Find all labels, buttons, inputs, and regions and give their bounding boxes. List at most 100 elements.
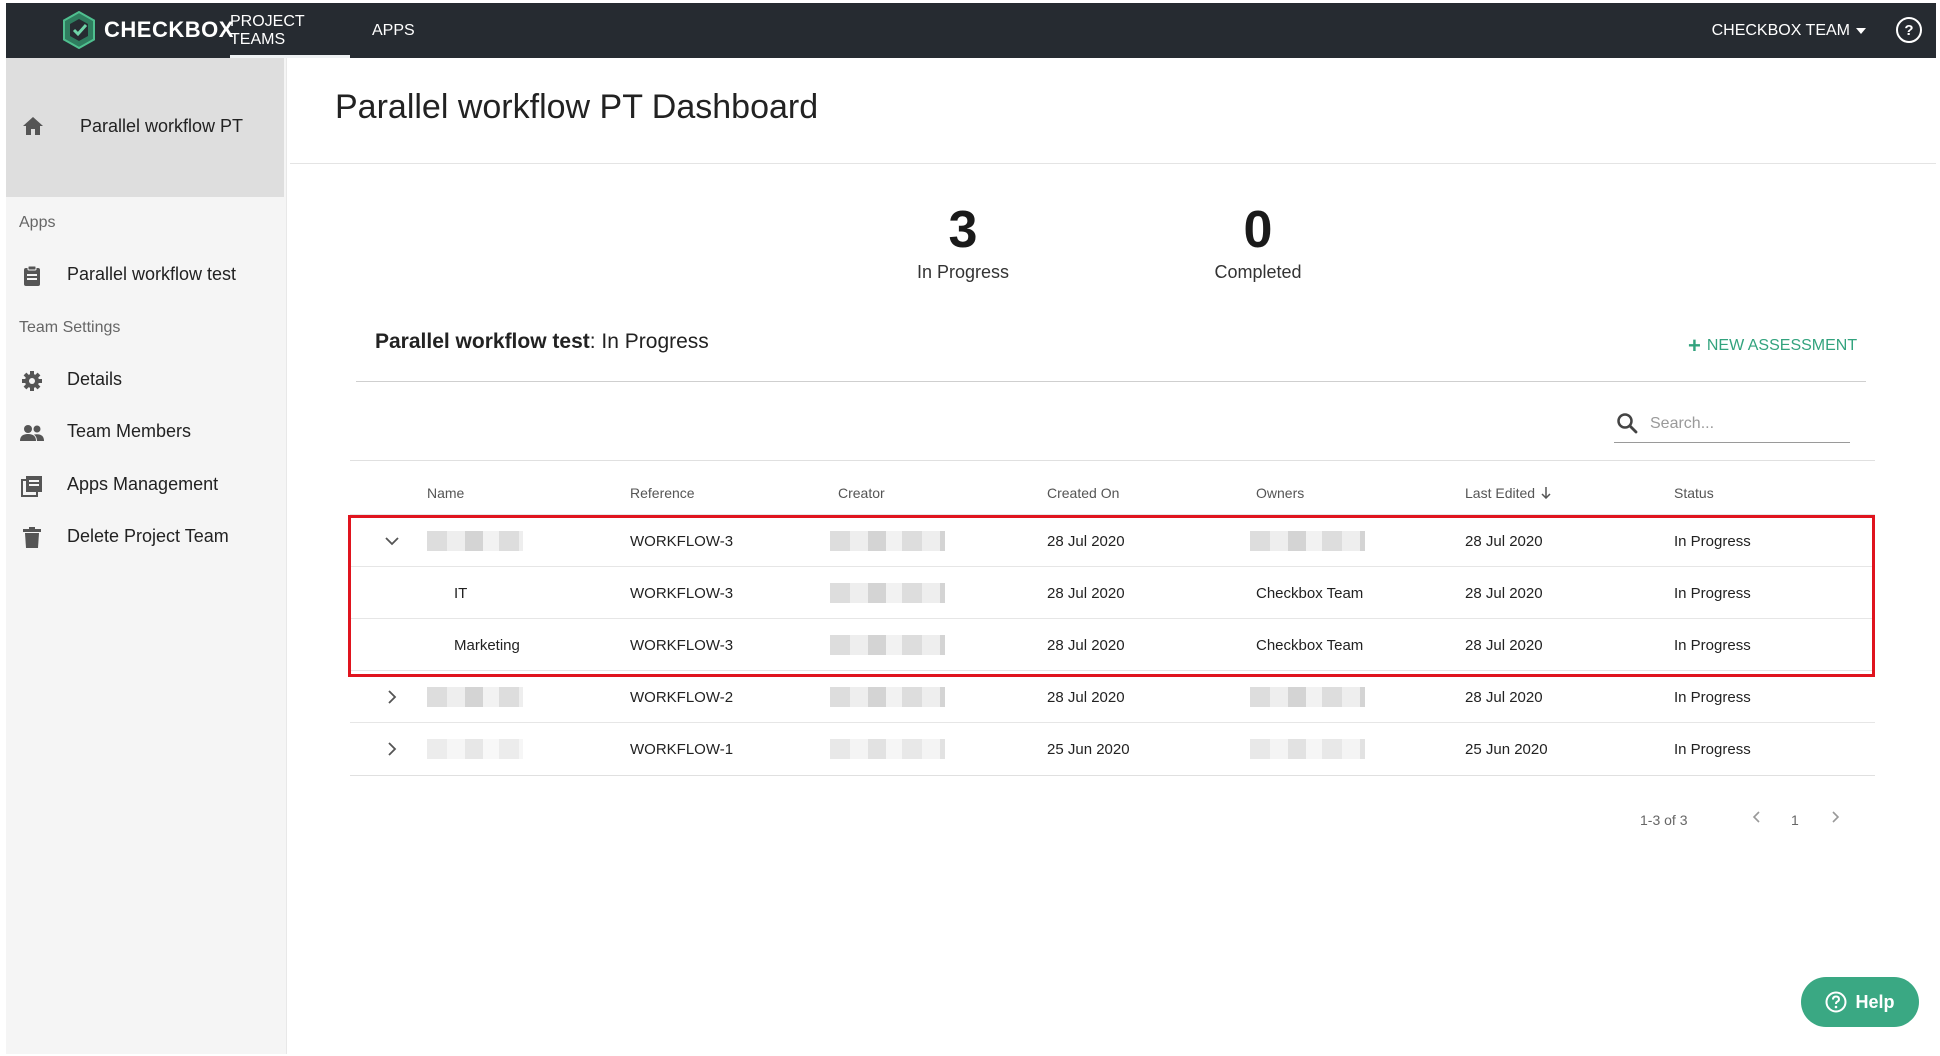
column-header-creator[interactable]: Creator bbox=[838, 485, 885, 501]
sidebar-item-app[interactable]: Parallel workflow test bbox=[6, 255, 284, 295]
plus-icon: + bbox=[1688, 333, 1701, 358]
sidebar-item-label: Apps Management bbox=[67, 474, 219, 494]
sidebar-item-label: Team Members bbox=[67, 421, 192, 441]
cell-status: In Progress bbox=[1674, 637, 1751, 654]
cell-created-on: 28 Jul 2020 bbox=[1047, 637, 1125, 654]
chevron-right-icon[interactable] bbox=[380, 737, 404, 761]
cell-last-edited: 28 Jul 2020 bbox=[1465, 689, 1543, 706]
cell-status: In Progress bbox=[1674, 741, 1751, 758]
chevron-left-icon[interactable] bbox=[1745, 806, 1767, 828]
search-icon bbox=[1616, 412, 1638, 439]
top-navbar: CHECKBOX PROJECT TEAMS APPS CHECKBOX TEA… bbox=[6, 3, 1936, 58]
column-header-last-edited-label: Last Edited bbox=[1465, 485, 1536, 501]
cell-name: IT bbox=[454, 585, 468, 602]
table-row[interactable]: IT WORKFLOW-3 28 Jul 2020 Checkbox Team … bbox=[350, 566, 1875, 619]
chevron-right-icon[interactable] bbox=[1825, 806, 1847, 828]
stat-label: In Progress bbox=[916, 262, 1010, 282]
search-field[interactable] bbox=[1614, 406, 1850, 443]
cell-created-on: 28 Jul 2020 bbox=[1047, 533, 1125, 550]
team-menu-label: CHECKBOX TEAM bbox=[1711, 21, 1850, 39]
column-header-name[interactable]: Name bbox=[427, 485, 464, 501]
new-assessment-button[interactable]: + NEW ASSESSMENT bbox=[1688, 333, 1858, 358]
stat-value: 3 bbox=[948, 201, 978, 259]
trash-icon bbox=[20, 526, 44, 550]
new-assessment-label: NEW ASSESSMENT bbox=[1706, 337, 1858, 354]
team-menu-dropdown[interactable]: CHECKBOX TEAM bbox=[1712, 3, 1866, 58]
sidebar-item-details[interactable]: Details bbox=[6, 360, 284, 400]
cell-status: In Progress bbox=[1674, 533, 1751, 550]
sidebar-item-label: Parallel workflow test bbox=[67, 264, 237, 284]
redacted-creator bbox=[830, 635, 945, 655]
redacted-creator bbox=[830, 739, 945, 759]
cell-last-edited: 28 Jul 2020 bbox=[1465, 637, 1543, 654]
tab-project-teams[interactable]: PROJECT TEAMS bbox=[230, 3, 350, 58]
cell-status: In Progress bbox=[1674, 689, 1751, 706]
brand-name: CHECKBOX bbox=[104, 17, 234, 42]
pagination-page[interactable]: 1 bbox=[1791, 812, 1799, 828]
cell-reference: WORKFLOW-3 bbox=[630, 637, 734, 654]
table-row[interactable]: WORKFLOW-1 25 Jun 2020 25 Jun 2020 In Pr… bbox=[350, 722, 1875, 776]
column-header-reference[interactable]: Reference bbox=[630, 485, 695, 501]
stat-value: 0 bbox=[1243, 201, 1273, 259]
redacted-owners bbox=[1250, 531, 1365, 551]
cell-last-edited: 28 Jul 2020 bbox=[1465, 533, 1543, 550]
table-row[interactable]: WORKFLOW-3 28 Jul 2020 28 Jul 2020 In Pr… bbox=[350, 514, 1875, 567]
sidebar-item-team-members[interactable]: Team Members bbox=[6, 412, 284, 452]
redacted-creator bbox=[830, 687, 945, 707]
people-icon bbox=[20, 421, 44, 445]
chevron-right-icon[interactable] bbox=[380, 685, 404, 709]
help-button-label: Help bbox=[1855, 991, 1895, 1012]
column-header-created-on[interactable]: Created On bbox=[1047, 485, 1119, 501]
sidebar-section-team-settings: Team Settings bbox=[19, 319, 121, 336]
table-header: Name Reference Creator Created On Owners… bbox=[350, 460, 1875, 515]
cell-owners: Checkbox Team bbox=[1256, 585, 1364, 602]
question-circle-icon bbox=[1825, 991, 1847, 1013]
sidebar-item-label: Delete Project Team bbox=[67, 526, 229, 546]
sidebar: Parallel workflow PT Apps Parallel workf… bbox=[6, 58, 287, 1054]
sidebar-item-home[interactable]: Parallel workflow PT bbox=[6, 58, 284, 197]
help-button[interactable]: Help bbox=[1801, 977, 1919, 1027]
redacted-name bbox=[427, 531, 523, 551]
page-title: Parallel workflow PT Dashboard bbox=[335, 88, 819, 126]
section-status: : In Progress bbox=[589, 330, 709, 353]
divider bbox=[356, 381, 1866, 382]
library-icon bbox=[20, 474, 44, 498]
cell-reference: WORKFLOW-1 bbox=[630, 741, 734, 758]
column-header-last-edited[interactable]: Last Edited bbox=[1465, 485, 1551, 501]
cell-reference: WORKFLOW-2 bbox=[630, 689, 734, 706]
cell-created-on: 25 Jun 2020 bbox=[1047, 741, 1130, 758]
redacted-owners bbox=[1250, 687, 1365, 707]
brand-logo[interactable]: CHECKBOX bbox=[62, 9, 234, 51]
column-header-owners[interactable]: Owners bbox=[1256, 485, 1304, 501]
chevron-down-icon[interactable] bbox=[380, 529, 404, 553]
search-input[interactable] bbox=[1648, 410, 1848, 438]
section-app-name: Parallel workflow test bbox=[375, 330, 590, 353]
home-icon bbox=[22, 116, 44, 141]
sidebar-item-apps-management[interactable]: Apps Management bbox=[6, 465, 284, 505]
help-circle-icon[interactable]: ? bbox=[1896, 17, 1922, 43]
cell-status: In Progress bbox=[1674, 585, 1751, 602]
sidebar-section-apps: Apps bbox=[19, 214, 56, 231]
gear-icon bbox=[20, 369, 44, 393]
cell-reference: WORKFLOW-3 bbox=[630, 533, 734, 550]
cell-created-on: 28 Jul 2020 bbox=[1047, 689, 1125, 706]
cell-last-edited: 25 Jun 2020 bbox=[1465, 741, 1548, 758]
redacted-creator bbox=[830, 531, 945, 551]
sidebar-item-delete-team[interactable]: Delete Project Team bbox=[6, 517, 284, 557]
redacted-name bbox=[427, 739, 523, 759]
tab-apps[interactable]: APPS bbox=[372, 3, 415, 58]
table-row[interactable]: Marketing WORKFLOW-3 28 Jul 2020 Checkbo… bbox=[350, 618, 1875, 671]
caret-down-icon bbox=[1856, 27, 1866, 34]
cell-name: Marketing bbox=[454, 637, 520, 654]
cell-created-on: 28 Jul 2020 bbox=[1047, 585, 1125, 602]
column-header-status[interactable]: Status bbox=[1674, 485, 1714, 501]
divider bbox=[290, 163, 1936, 164]
sidebar-item-label: Details bbox=[67, 369, 123, 389]
sidebar-home-label: Parallel workflow PT bbox=[80, 116, 244, 136]
cell-reference: WORKFLOW-3 bbox=[630, 585, 734, 602]
cell-owners: Checkbox Team bbox=[1256, 637, 1364, 654]
cell-last-edited: 28 Jul 2020 bbox=[1465, 585, 1543, 602]
table-row[interactable]: WORKFLOW-2 28 Jul 2020 28 Jul 2020 In Pr… bbox=[350, 670, 1875, 723]
redacted-name bbox=[427, 687, 523, 707]
redacted-owners bbox=[1250, 739, 1365, 759]
